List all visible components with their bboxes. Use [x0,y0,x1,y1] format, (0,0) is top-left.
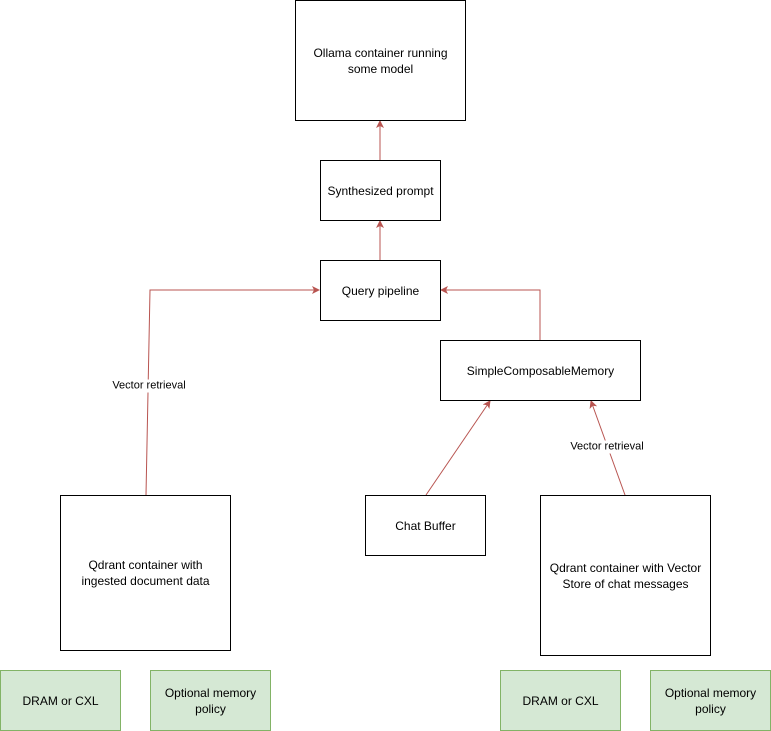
ollama-label: Ollama container running some model [313,45,448,76]
dram-right-node[interactable]: DRAM or CXL [500,670,621,731]
docs-retrieval-label: Vector retrieval [112,379,186,393]
chat-buffer-node[interactable]: Chat Buffer [365,495,486,556]
policy-left-node[interactable]: Optional memory policy [150,670,271,731]
edge-chatbuffer-to-memory [425,400,491,496]
query-label: Query pipeline [341,283,420,298]
policy-right-label: Optional memory policy [664,685,757,716]
memory-node[interactable]: SimpleComposableMemory [440,340,641,401]
edge-memory-to-query [440,286,541,340]
policy-left-label: Optional memory policy [164,685,257,716]
qdrant-docs-node[interactable]: Qdrant container with ingested document … [60,495,231,651]
chat-buffer-label: Chat Buffer [395,518,456,533]
synth-label: Synthesized prompt [327,183,434,198]
synthesized-prompt-node[interactable]: Synthesized prompt [320,160,441,221]
policy-right-node[interactable]: Optional memory policy [650,670,771,731]
qdrant-chat-node[interactable]: Qdrant container with Vector Store of ch… [540,495,711,656]
query-pipeline-node[interactable]: Query pipeline [320,260,441,321]
dram-right-label: DRAM or CXL [522,693,599,708]
memory-label: SimpleComposableMemory [466,363,615,378]
dram-left-node[interactable]: DRAM or CXL [0,670,121,731]
dram-left-label: DRAM or CXL [22,693,99,708]
qdrant-docs-label: Qdrant container with ingested document … [81,558,210,588]
edge-docs-to-query [145,286,320,496]
ollama-node[interactable]: Ollama container running some model [295,0,466,121]
qdrant-chat-label: Qdrant container with Vector Store of ch… [549,560,702,591]
chat-retrieval-label: Vector retrieval [570,440,644,454]
